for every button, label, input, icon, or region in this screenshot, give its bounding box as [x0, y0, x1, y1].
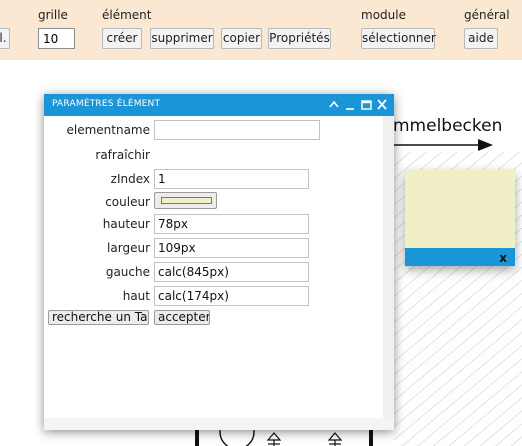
width-input[interactable]: [154, 238, 309, 258]
accept-button[interactable]: accepter: [154, 310, 210, 325]
top-label: haut: [122, 289, 150, 303]
element-section-label: élément: [102, 8, 152, 22]
width-label: largeur: [107, 241, 150, 255]
elementname-input[interactable]: [154, 120, 320, 140]
properties-button[interactable]: Propriétés: [268, 28, 331, 49]
color-picker-button[interactable]: [154, 192, 217, 209]
zindex-label: zIndex: [110, 172, 150, 186]
elementname-label: elementname: [66, 123, 150, 137]
general-section-label: général: [464, 8, 510, 22]
collapse-icon[interactable]: [327, 97, 341, 112]
element-parameters-dialog: PARAMÈTRES ÉLÉMENT elementname rafraîchi…: [44, 94, 394, 430]
height-label: hauteur: [102, 217, 150, 231]
left-label: gauche: [105, 265, 150, 279]
dialog-scrollbar[interactable]: [383, 116, 394, 418]
dialog-titlebar[interactable]: PARAMÈTRES ÉLÉMENT: [44, 94, 394, 116]
connector-arrowhead: [478, 139, 493, 151]
delete-button[interactable]: supprimer: [150, 28, 214, 49]
refresh-label: rafraîchir: [95, 148, 150, 162]
copy-button[interactable]: copier: [221, 28, 262, 49]
left-input[interactable]: [154, 262, 309, 282]
zindex-input[interactable]: [154, 169, 309, 189]
selected-element-popup[interactable]: x: [405, 170, 515, 266]
module-section-label: module: [361, 8, 406, 22]
popup-bar: x: [405, 248, 515, 266]
select-module-button[interactable]: sélectionner: [361, 28, 436, 49]
maximize-icon[interactable]: [359, 97, 373, 112]
top-toolbar: l. grille élément créer supprimer copier…: [0, 0, 522, 60]
truncated-button[interactable]: l.: [0, 28, 10, 49]
grid-section-label: grille: [38, 8, 68, 22]
color-label: couleur: [105, 195, 150, 209]
grid-size-input[interactable]: [38, 28, 75, 49]
dialog-body: elementname rafraîchir zIndex couleur ha…: [44, 116, 383, 418]
top-input[interactable]: [154, 286, 309, 306]
close-icon[interactable]: [375, 97, 389, 112]
minimize-icon[interactable]: [343, 97, 357, 112]
create-button[interactable]: créer: [102, 28, 142, 49]
valve-symbol: [327, 432, 343, 441]
help-button[interactable]: aide: [464, 28, 498, 49]
dialog-title: PARAMÈTRES ÉLÉMENT: [52, 99, 161, 109]
valve-symbol: [266, 432, 282, 441]
search-tag-button[interactable]: recherche un Tag: [48, 310, 149, 325]
popup-close-button[interactable]: x: [499, 251, 507, 265]
color-swatch: [161, 197, 212, 204]
connector-label: mmelbecken: [393, 116, 503, 136]
height-input[interactable]: [154, 214, 309, 234]
